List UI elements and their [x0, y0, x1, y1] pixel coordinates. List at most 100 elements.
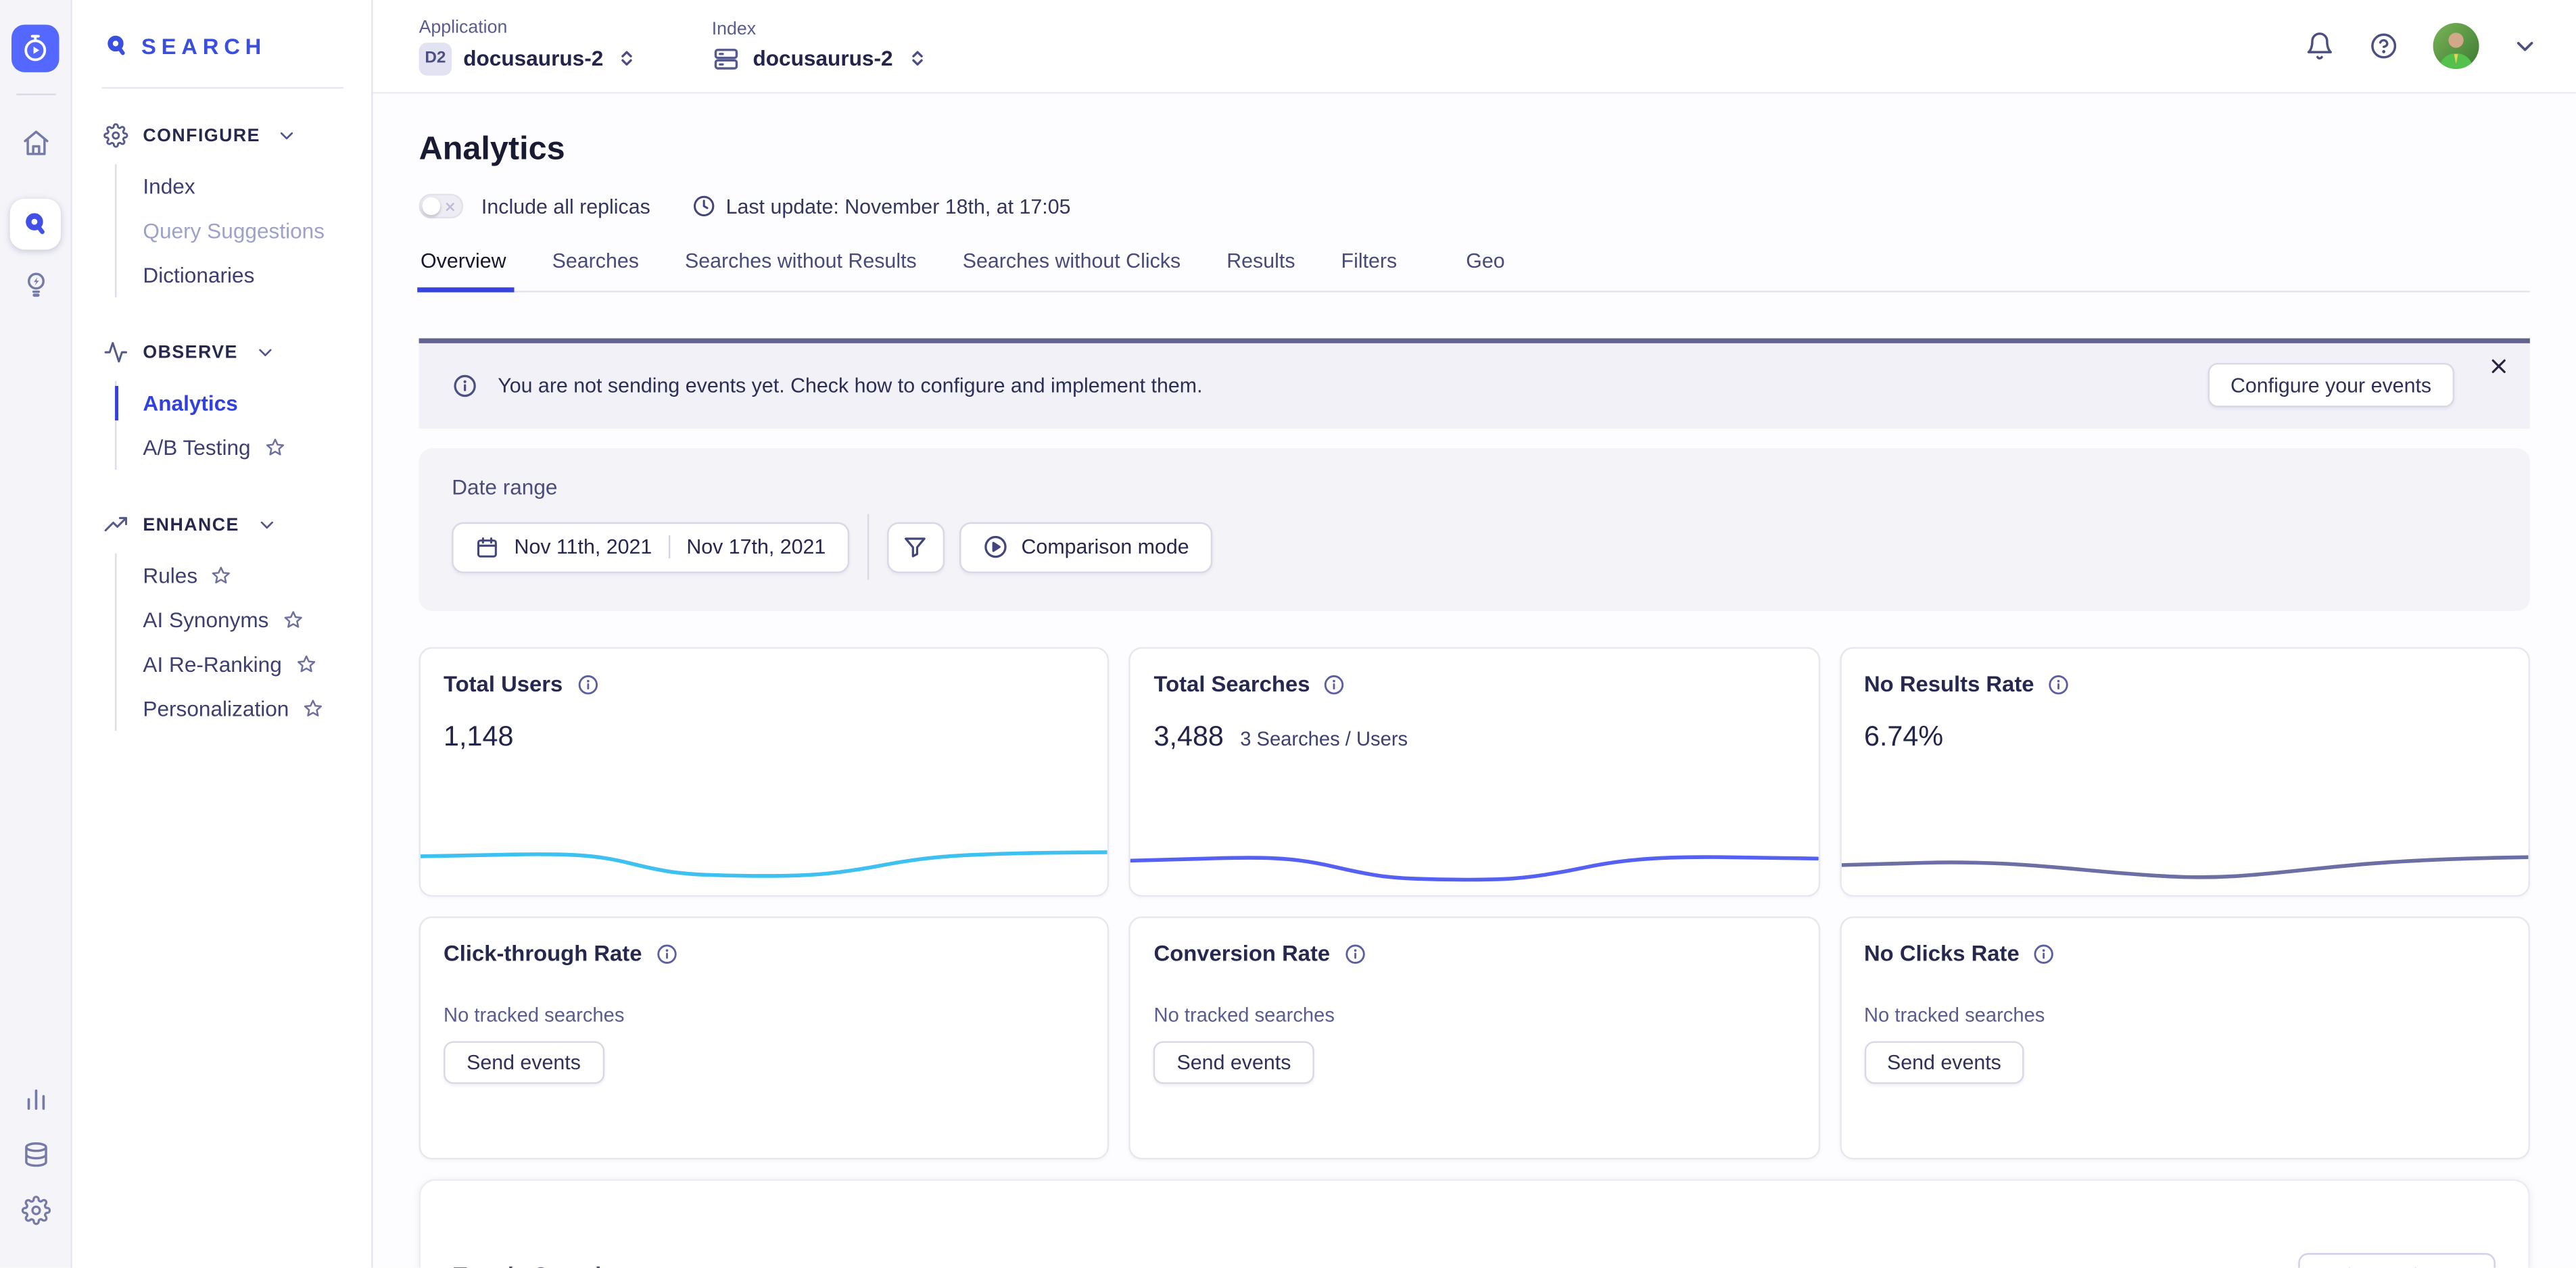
info-icon[interactable] [2047, 673, 2070, 696]
main-content: Analytics Include all replicas Last upda… [373, 93, 2576, 1267]
no-clicks-rate-card: No Clicks Rate No tracked searches Send … [1840, 917, 2530, 1160]
card-title: Conversion Rate [1154, 941, 1331, 965]
application-badge: D2 [419, 42, 452, 75]
card-value: 3,488 [1154, 721, 1224, 754]
card-title: Total Users [444, 672, 563, 696]
home-icon[interactable] [20, 128, 50, 158]
total-searches-card: Total Searches 3,488 3 Searches / Users [1129, 647, 1819, 896]
logo-text: SEARCH [141, 34, 266, 59]
divider [669, 535, 670, 558]
select-series-button[interactable]: Select series [2299, 1252, 2496, 1268]
info-icon [452, 372, 478, 398]
help-icon[interactable] [2369, 31, 2399, 61]
chevron-down-icon [256, 343, 275, 362]
card-title: Click-through Rate [444, 941, 642, 965]
info-icon[interactable] [2032, 942, 2055, 965]
application-selector[interactable]: Application D2 docusaurus-2 [419, 18, 640, 75]
logo[interactable]: SEARCH [72, 0, 371, 61]
settings-icon[interactable] [20, 1196, 50, 1225]
tab-overview[interactable]: Overview [419, 249, 508, 291]
card-title: No Clicks Rate [1864, 941, 2020, 965]
toggle-knob [422, 197, 440, 216]
search-product-icon[interactable] [10, 199, 61, 249]
monitoring-icon[interactable] [20, 1084, 50, 1114]
chevron-down-icon [2453, 1265, 2473, 1268]
comparison-mode-button[interactable]: Comparison mode [959, 521, 1212, 572]
no-results-rate-card: No Results Rate 6.74% [1840, 647, 2530, 896]
tab-results[interactable]: Results [1225, 249, 1297, 291]
send-events-button[interactable]: Send events [444, 1041, 604, 1083]
timer-app-icon[interactable] [11, 24, 59, 72]
index-selector[interactable]: Index docusaurus-2 [712, 19, 929, 73]
sidebar-item-ai-re-ranking[interactable]: AI Re-Ranking [143, 642, 371, 687]
total-searches-sparkline [1130, 833, 1817, 885]
sidebar-item-index[interactable]: Index [143, 164, 371, 209]
total-users-sparkline [421, 833, 1107, 885]
calendar-icon [475, 535, 499, 559]
tab-searches-without-clicks[interactable]: Searches without Clicks [961, 249, 1182, 291]
event-cards-row: Click-through Rate No tracked searches S… [419, 917, 2530, 1160]
group-header-observe[interactable]: OBSERVE [103, 340, 371, 364]
configure-events-button[interactable]: Configure your events [2208, 363, 2454, 408]
group-header-enhance[interactable]: ENHANCE [103, 512, 371, 537]
chevron-down-icon [279, 126, 297, 145]
recommend-icon[interactable] [20, 269, 50, 299]
clock-icon [692, 194, 716, 218]
sidebar-item-rules[interactable]: Rules [143, 554, 371, 598]
card-note: 3 Searches / Users [1240, 727, 1408, 750]
star-icon[interactable] [295, 654, 316, 675]
tab-geo[interactable]: Geo [1464, 249, 1506, 291]
chevron-down-icon [257, 516, 275, 534]
gear-icon [103, 123, 128, 147]
banner-message: You are not sending events yet. Check ho… [498, 374, 1202, 397]
date-end: Nov 17th, 2021 [686, 535, 826, 558]
date-range-label: Date range [452, 474, 2497, 499]
sidebar-item-personalization[interactable]: Personalization [143, 687, 371, 731]
sidebar-item-ai-synonyms[interactable]: AI Synonyms [143, 598, 371, 642]
trending-up-icon [103, 512, 128, 537]
account-menu-chevron-icon[interactable] [2514, 34, 2537, 57]
rail-bottom-group [20, 1084, 50, 1268]
group-header-configure[interactable]: CONFIGURE [103, 123, 371, 147]
send-events-button[interactable]: Send events [1154, 1041, 1314, 1083]
sidebar-item-analytics[interactable]: Analytics [143, 381, 371, 426]
index-label: Index [712, 19, 929, 39]
tab-filters[interactable]: Filters [1339, 249, 1399, 291]
app-rail [0, 0, 72, 1268]
avatar[interactable] [2433, 23, 2479, 69]
empty-state-text: No tracked searches [1864, 1004, 2505, 1027]
star-icon[interactable] [211, 565, 233, 587]
activity-icon [103, 340, 128, 364]
info-icon[interactable] [576, 673, 599, 696]
info-icon[interactable] [1343, 942, 1366, 965]
nav-group-enhance: ENHANCE Rules AI Synonyms AI R [103, 512, 371, 731]
algolia-dashboard: SEARCH CONFIGURE [0, 0, 2576, 1268]
data-icon[interactable] [20, 1140, 50, 1169]
star-icon[interactable] [282, 609, 304, 631]
application-value: docusaurus-2 [463, 46, 603, 70]
top-actions [2305, 23, 2537, 69]
sidebar-item-dictionaries[interactable]: Dictionaries [143, 253, 371, 297]
tab-searches[interactable]: Searches [550, 249, 640, 291]
empty-state-text: No tracked searches [444, 1004, 1084, 1027]
events-banner: You are not sending events yet. Check ho… [419, 339, 2530, 429]
total-users-card: Total Users 1,148 [419, 647, 1110, 896]
include-replicas-toggle[interactable] [419, 194, 464, 218]
notifications-bell-icon[interactable] [2305, 31, 2335, 61]
click-through-rate-card: Click-through Rate No tracked searches S… [419, 917, 1110, 1160]
info-icon[interactable] [655, 942, 678, 965]
send-events-button[interactable]: Send events [1864, 1041, 2024, 1083]
sidebar: SEARCH CONFIGURE [72, 0, 373, 1268]
stepper-icon[interactable] [615, 46, 639, 70]
date-range-button[interactable]: Nov 11th, 2021 Nov 17th, 2021 [452, 521, 849, 572]
filter-funnel-button[interactable] [886, 521, 944, 572]
info-icon[interactable] [1323, 673, 1346, 696]
nav-group-observe: OBSERVE Analytics A/B Testing [103, 340, 371, 470]
star-icon[interactable] [264, 437, 285, 458]
stepper-icon[interactable] [905, 46, 929, 70]
sidebar-item-ab-testing[interactable]: A/B Testing [143, 425, 371, 470]
sidebar-item-query-suggestions[interactable]: Query Suggestions [143, 209, 371, 253]
tab-searches-without-results[interactable]: Searches without Results [684, 249, 919, 291]
close-icon[interactable] [2489, 356, 2508, 376]
star-icon[interactable] [302, 698, 324, 720]
